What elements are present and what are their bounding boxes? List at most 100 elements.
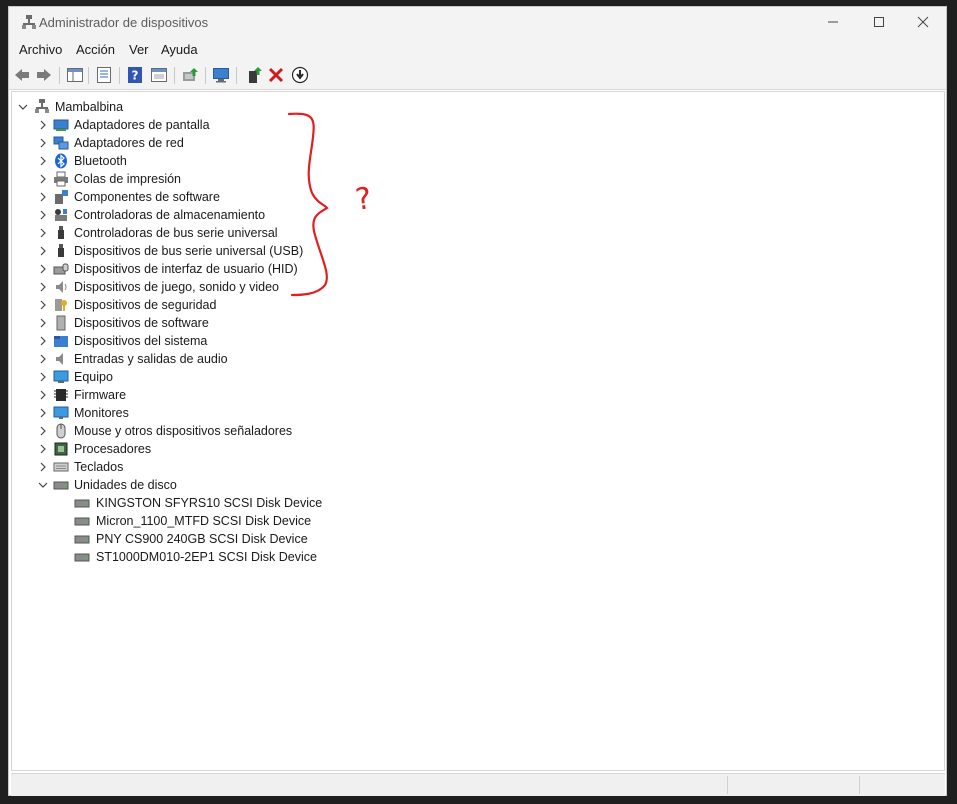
toolbar-separator bbox=[88, 67, 89, 84]
device-manager-window: Administrador de dispositivos Archivo Ac… bbox=[8, 6, 947, 796]
arrow-right-icon bbox=[37, 69, 51, 81]
update-driver-button[interactable] bbox=[181, 66, 199, 84]
chevron-down-icon[interactable] bbox=[38, 480, 48, 490]
scan-hardware-button[interactable] bbox=[212, 66, 230, 84]
chevron-right-icon[interactable] bbox=[38, 300, 48, 310]
tree-category-item[interactable]: Dispositivos de interfaz de usuario (HID… bbox=[74, 260, 298, 278]
disable-device-button[interactable] bbox=[291, 66, 309, 84]
maximize-button[interactable] bbox=[856, 7, 902, 37]
tree-category-item[interactable]: Firmware bbox=[74, 386, 126, 404]
tree-category-item[interactable]: Bluetooth bbox=[74, 152, 127, 170]
toolbar-separator bbox=[205, 67, 206, 84]
usb-controller-icon bbox=[58, 226, 64, 239]
mouse-icon bbox=[56, 423, 66, 439]
tree-category-item[interactable]: Componentes de software bbox=[74, 188, 220, 206]
tree-category-item[interactable]: Dispositivos de bus serie universal (USB… bbox=[74, 242, 303, 260]
tree-category-item[interactable]: Controladoras de almacenamiento bbox=[74, 206, 265, 224]
enable-device-icon bbox=[249, 67, 262, 83]
keyboard-icon bbox=[53, 462, 69, 472]
chevron-right-icon[interactable] bbox=[38, 336, 48, 346]
menu-ver[interactable]: Ver bbox=[129, 42, 149, 57]
view-button[interactable] bbox=[150, 66, 168, 84]
download-circle-icon bbox=[291, 66, 309, 84]
chevron-right-icon[interactable] bbox=[38, 462, 48, 472]
chevron-right-icon[interactable] bbox=[38, 354, 48, 364]
menu-ayuda[interactable]: Ayuda bbox=[161, 42, 198, 57]
tree-category-item[interactable]: Dispositivos de software bbox=[74, 314, 209, 332]
menu-archivo[interactable]: Archivo bbox=[19, 42, 62, 57]
tree-category-item[interactable]: Unidades de disco bbox=[74, 476, 177, 494]
chevron-right-icon[interactable] bbox=[38, 372, 48, 382]
window-title: Administrador de dispositivos bbox=[39, 15, 209, 30]
properties-button[interactable] bbox=[95, 66, 113, 84]
chevron-right-icon[interactable] bbox=[38, 228, 48, 238]
chevron-right-icon[interactable] bbox=[38, 408, 48, 418]
menu-accion[interactable]: Acción bbox=[76, 42, 115, 57]
device-tree: Mambalbina Adaptadores de pantalla Adapta… bbox=[11, 91, 945, 771]
scan-hardware-icon bbox=[213, 68, 229, 83]
firmware-chip-icon bbox=[54, 389, 68, 401]
properties-icon bbox=[97, 67, 111, 83]
device-manager-icon bbox=[22, 15, 36, 29]
enable-device-button[interactable] bbox=[245, 66, 263, 84]
minimize-button[interactable] bbox=[810, 7, 856, 37]
menu-bar: Archivo Acción Ver Ayuda bbox=[9, 39, 946, 61]
tree-category-item[interactable]: Procesadores bbox=[74, 440, 151, 458]
disk-drive-icon bbox=[53, 481, 69, 490]
tree-disk-item[interactable]: ST1000DM010-2EP1 SCSI Disk Device bbox=[96, 548, 317, 566]
disk-drive-icon bbox=[74, 499, 90, 508]
tree-category-item[interactable]: Colas de impresión bbox=[74, 170, 181, 188]
usb-device-icon bbox=[58, 244, 64, 257]
audio-io-icon bbox=[56, 353, 63, 365]
security-key-icon bbox=[55, 299, 67, 311]
tree-category-item[interactable]: Teclados bbox=[74, 458, 123, 476]
chevron-right-icon[interactable] bbox=[38, 318, 48, 328]
chevron-right-icon[interactable] bbox=[38, 282, 48, 292]
chevron-right-icon[interactable] bbox=[38, 246, 48, 256]
chevron-right-icon[interactable] bbox=[38, 174, 48, 184]
chevron-right-icon[interactable] bbox=[38, 210, 48, 220]
toolbar-separator bbox=[59, 67, 60, 84]
software-component-icon bbox=[55, 190, 68, 204]
chevron-right-icon[interactable] bbox=[38, 444, 48, 454]
tree-category-item[interactable]: Dispositivos de juego, sonido y video bbox=[74, 278, 279, 296]
tree-category-item[interactable]: Monitores bbox=[74, 404, 129, 422]
tree-category-item[interactable]: Mouse y otros dispositivos señaladores bbox=[74, 422, 292, 440]
tree-disk-item[interactable]: Micron_1100_MTFD SCSI Disk Device bbox=[96, 512, 311, 530]
tree-category-item[interactable]: Controladoras de bus serie universal bbox=[74, 224, 278, 242]
chevron-right-icon[interactable] bbox=[38, 138, 48, 148]
tree-disk-item[interactable]: KINGSTON SFYRS10 SCSI Disk Device bbox=[96, 494, 322, 512]
tree-category-item[interactable]: Entradas y salidas de audio bbox=[74, 350, 228, 368]
printer-icon bbox=[54, 171, 68, 187]
tree-category-item[interactable]: Adaptadores de red bbox=[74, 134, 184, 152]
tree-category-item[interactable]: Equipo bbox=[74, 368, 113, 386]
chevron-right-icon[interactable] bbox=[38, 156, 48, 166]
computer-icon bbox=[53, 370, 69, 383]
tree-category-item[interactable]: Dispositivos del sistema bbox=[74, 332, 207, 350]
system-folder-icon bbox=[54, 336, 68, 347]
show-hide-console-tree-button[interactable] bbox=[66, 66, 84, 84]
tree-root-label[interactable]: Mambalbina bbox=[55, 98, 123, 116]
chevron-right-icon[interactable] bbox=[38, 390, 48, 400]
back-button[interactable] bbox=[13, 66, 31, 84]
close-icon bbox=[917, 16, 929, 28]
chevron-right-icon[interactable] bbox=[38, 264, 48, 274]
chevron-right-icon[interactable] bbox=[38, 120, 48, 130]
help-button[interactable]: ? bbox=[126, 66, 144, 84]
arrow-left-icon bbox=[15, 69, 29, 81]
bluetooth-icon bbox=[55, 153, 67, 169]
minimize-icon bbox=[828, 21, 838, 23]
chevron-down-icon[interactable] bbox=[18, 102, 28, 112]
forward-button[interactable] bbox=[35, 66, 53, 84]
close-button[interactable] bbox=[900, 7, 946, 37]
tree-disk-item[interactable]: PNY CS900 240GB SCSI Disk Device bbox=[96, 530, 308, 548]
disk-drive-icon bbox=[74, 535, 90, 544]
tree-category-item[interactable]: Adaptadores de pantalla bbox=[74, 116, 210, 134]
tree-category-item[interactable]: Dispositivos de seguridad bbox=[74, 296, 216, 314]
uninstall-device-button[interactable] bbox=[267, 66, 285, 84]
monitor-icon bbox=[53, 406, 69, 419]
chevron-right-icon[interactable] bbox=[38, 192, 48, 202]
hid-icon bbox=[53, 263, 69, 275]
chevron-right-icon[interactable] bbox=[38, 426, 48, 436]
console-tree-icon bbox=[67, 68, 83, 82]
